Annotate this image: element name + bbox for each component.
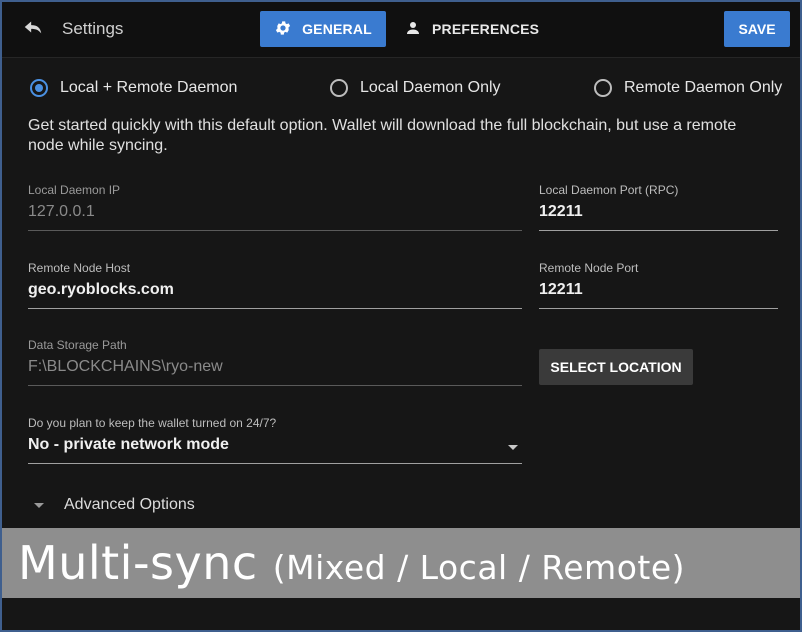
local-daemon-ip-input[interactable]: 127.0.0.1 — [28, 203, 522, 221]
select-location-button[interactable]: SELECT LOCATION — [539, 349, 693, 385]
local-daemon-port-input[interactable]: 12211 — [539, 203, 778, 221]
remote-node-host-field[interactable]: Remote Node Host geo.ryoblocks.com — [28, 261, 522, 309]
back-arrow-icon[interactable] — [22, 16, 46, 40]
field-underline — [28, 308, 522, 309]
tab-general[interactable]: GENERAL — [260, 11, 386, 47]
field-label: Do you plan to keep the wallet turned on… — [28, 416, 277, 430]
field-label: Data Storage Path — [28, 338, 127, 352]
radio-selected-icon — [30, 79, 48, 97]
remote-node-port-field[interactable]: Remote Node Port 12211 — [539, 261, 778, 309]
tab-preferences-label: PREFERENCES — [432, 21, 540, 37]
advanced-options-label: Advanced Options — [64, 496, 195, 513]
expand-triangle-icon — [34, 502, 44, 508]
local-daemon-port-field[interactable]: Local Daemon Port (RPC) 12211 — [539, 183, 778, 231]
save-button[interactable]: SAVE — [724, 11, 790, 47]
top-bar: Settings GENERAL PREFERENCES SAVE — [2, 2, 800, 58]
remote-node-host-input[interactable]: geo.ryoblocks.com — [28, 281, 522, 299]
page-title: Settings — [62, 19, 124, 38]
radio-label: Local Daemon Only — [360, 79, 501, 96]
radio-remote-only[interactable]: Remote Daemon Only — [594, 79, 782, 97]
field-underline — [28, 230, 522, 231]
remote-node-port-input[interactable]: 12211 — [539, 281, 778, 299]
banner-main: Multi-sync — [18, 536, 258, 590]
radio-label: Local + Remote Daemon — [60, 79, 238, 96]
mode-description: Get started quickly with this default op… — [28, 117, 737, 154]
advanced-options-toggle[interactable]: Advanced Options — [34, 496, 195, 514]
radio-local-only[interactable]: Local Daemon Only — [330, 79, 501, 97]
field-label: Remote Node Port — [539, 261, 639, 275]
radio-label: Remote Daemon Only — [624, 79, 783, 96]
chevron-down-icon[interactable] — [508, 445, 518, 450]
banner-sub: (Mixed / Local / Remote) — [272, 548, 686, 587]
gear-icon — [274, 19, 302, 40]
radio-unselected-icon — [594, 79, 612, 97]
field-underline — [539, 308, 778, 309]
field-label: Local Daemon IP — [28, 183, 121, 197]
person-icon — [404, 19, 432, 40]
caption-banner: Multi-sync (Mixed / Local / Remote) — [2, 528, 800, 598]
uptime-select[interactable]: Do you plan to keep the wallet turned on… — [28, 416, 522, 464]
field-label: Remote Node Host — [28, 261, 131, 275]
field-underline — [28, 463, 522, 464]
uptime-selected-value[interactable]: No - private network mode — [28, 436, 522, 454]
app-window: Settings GENERAL PREFERENCES SAVE Local … — [0, 0, 802, 632]
data-storage-path-field[interactable]: Data Storage Path F:\BLOCKCHAINS\ryo-new — [28, 338, 522, 386]
field-underline — [539, 230, 778, 231]
banner-text: Multi-sync (Mixed / Local / Remote) — [18, 536, 685, 590]
local-daemon-ip-field[interactable]: Local Daemon IP 127.0.0.1 — [28, 183, 522, 231]
field-underline — [28, 385, 522, 386]
field-label: Local Daemon Port (RPC) — [539, 183, 679, 197]
data-storage-path-input[interactable]: F:\BLOCKCHAINS\ryo-new — [28, 358, 522, 376]
radio-local-remote[interactable]: Local + Remote Daemon — [30, 79, 237, 97]
tab-preferences[interactable]: PREFERENCES — [404, 11, 544, 47]
radio-unselected-icon — [330, 79, 348, 97]
tab-general-label: GENERAL — [302, 21, 372, 37]
